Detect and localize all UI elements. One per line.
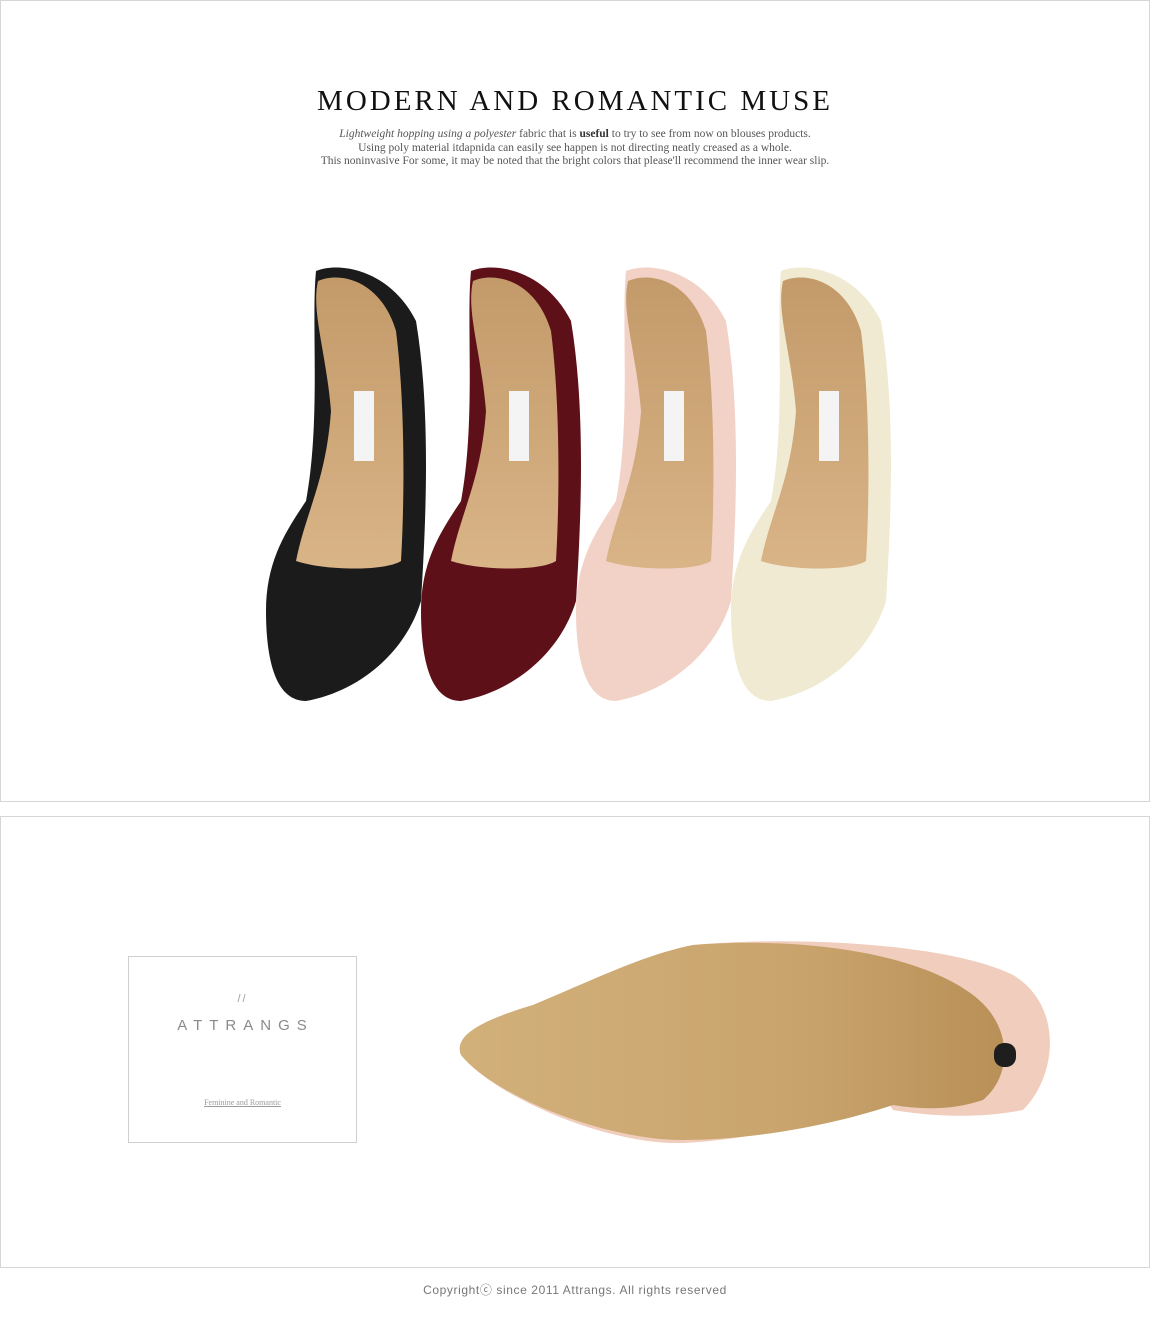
brand-name: ATTRANGS <box>177 1017 314 1034</box>
sole-detail-panel: // ATTRANGS Feminine and Romantic <box>0 816 1150 1268</box>
shoe-pink <box>576 267 736 701</box>
brand-slash: // <box>237 993 248 1005</box>
description-line-2: Using poly material itdapnida can easily… <box>358 141 792 154</box>
shoe-colors-image <box>266 267 891 701</box>
product-intro-panel: MODERN AND ROMANTIC MUSE Lightweight hop… <box>0 0 1150 802</box>
brand-box: // ATTRANGS Feminine and Romantic <box>128 956 357 1143</box>
shoe-black <box>266 267 426 701</box>
shoe-cream <box>731 267 891 701</box>
description-line-3: This noninvasive For some, it may be not… <box>320 155 830 167</box>
copyright: Copyrightⓒ since 2011 Attrangs. All righ… <box>423 1283 727 1297</box>
brand-tagline: Feminine and Romantic <box>204 1098 281 1107</box>
shoe-burgundy <box>421 267 581 701</box>
description-line-1: Lightweight hopping using a polyester fa… <box>339 128 811 140</box>
description: Lightweight hopping using a polyester fa… <box>1 128 1149 169</box>
shoe-sole-image <box>459 941 1050 1144</box>
headline: MODERN AND ROMANTIC MUSE <box>317 85 833 117</box>
